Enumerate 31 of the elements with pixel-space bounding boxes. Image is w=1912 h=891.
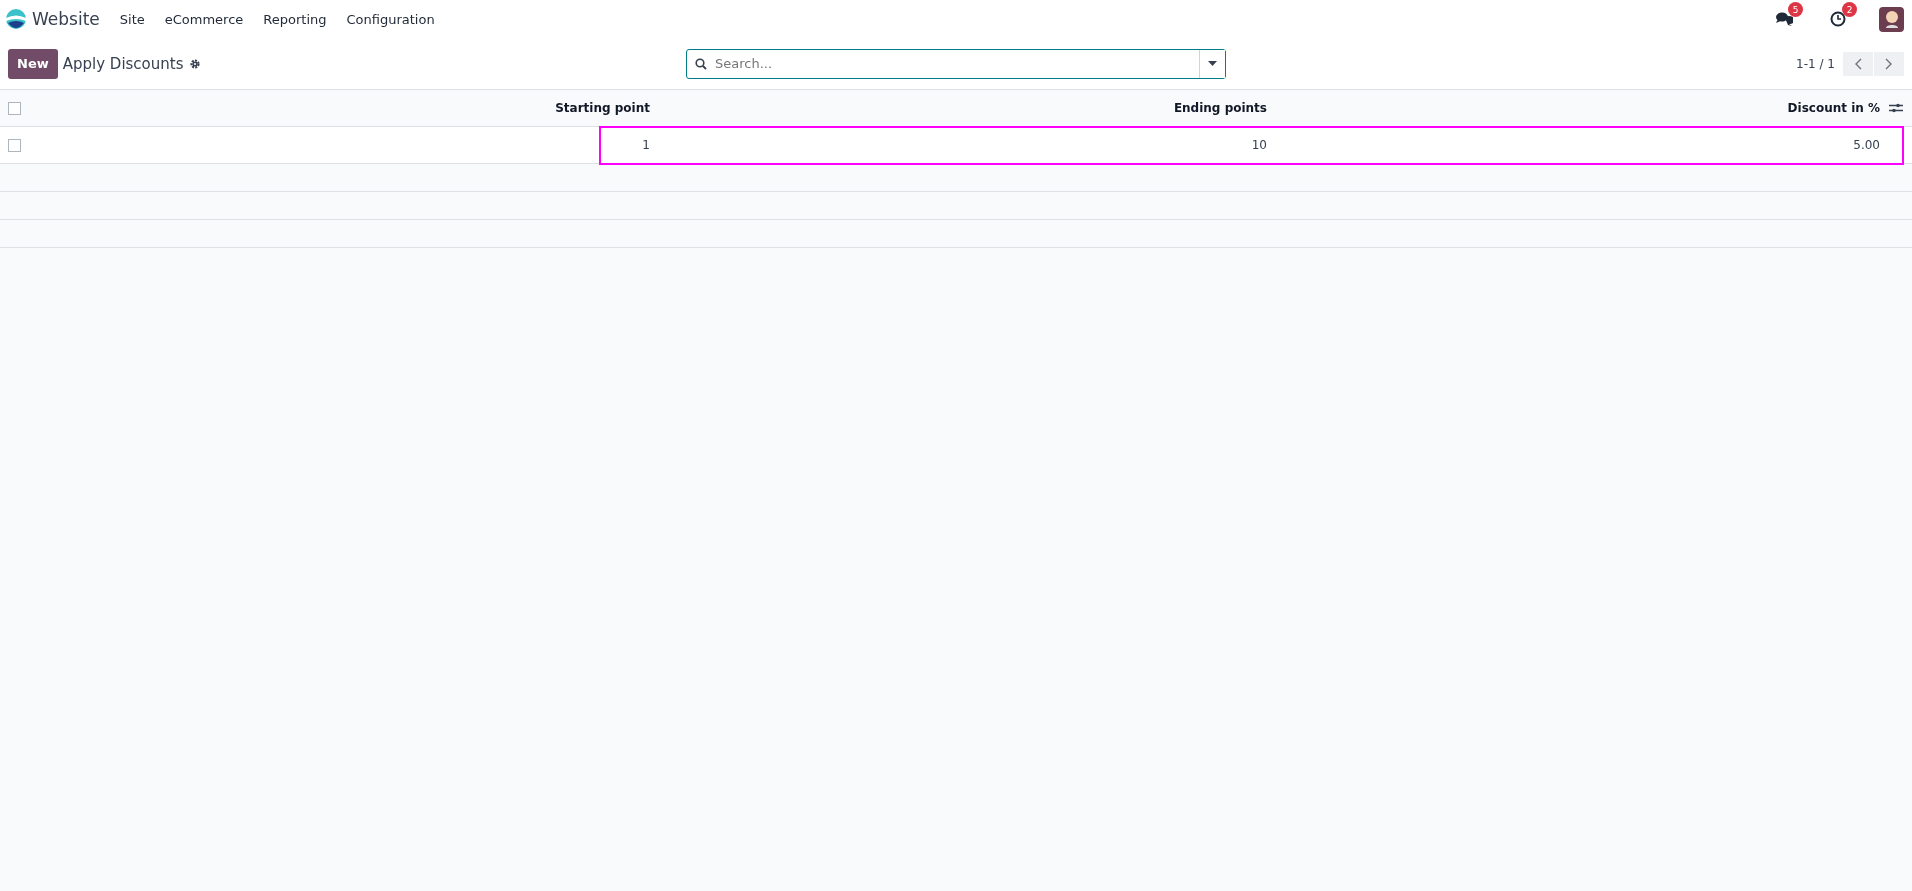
count-badge: 2 bbox=[1842, 2, 1857, 17]
table-cell-text: 5.00 bbox=[1852, 138, 1880, 152]
dropdown-toggle[interactable] bbox=[1199, 49, 1225, 78]
menu-item[interactable]: Reporting bbox=[263, 11, 327, 27]
new-button[interactable]: New bbox=[8, 48, 58, 79]
menu-item[interactable]: Configuration bbox=[346, 11, 435, 27]
search-field[interactable]: Search... bbox=[713, 55, 1191, 72]
menu-item[interactable]: eCommerce bbox=[164, 11, 244, 27]
avatar[interactable] bbox=[1879, 6, 1904, 32]
chevron-right-icon bbox=[1885, 57, 1893, 70]
caret-icon bbox=[1208, 61, 1217, 66]
table-cell-text: 10 bbox=[1250, 138, 1267, 152]
pager-value[interactable]: 1-1 / 1 bbox=[1796, 56, 1835, 71]
checkbox[interactable] bbox=[8, 101, 21, 115]
chat-icon[interactable] bbox=[1775, 11, 1793, 27]
column-header[interactable]: Discount in % bbox=[1267, 101, 1880, 115]
app-logo-icon bbox=[6, 9, 26, 29]
column-settings-icon[interactable] bbox=[1889, 102, 1903, 114]
search-bar[interactable]: Search... bbox=[686, 48, 1226, 79]
menu-item[interactable]: Site bbox=[119, 11, 145, 27]
search-icon bbox=[695, 57, 707, 70]
column-header[interactable]: Starting point bbox=[40, 101, 650, 115]
clock-icon[interactable] bbox=[1830, 11, 1846, 27]
app-name[interactable]: Website bbox=[32, 9, 100, 29]
chevron-left-icon bbox=[1854, 57, 1862, 70]
checkbox[interactable] bbox=[8, 138, 21, 152]
column-header[interactable]: Ending points bbox=[650, 101, 1267, 115]
count-badge: 5 bbox=[1788, 2, 1803, 17]
table-cell-text: 1 bbox=[641, 138, 650, 152]
page-title: Apply Discounts bbox=[62, 54, 184, 73]
settings-icon[interactable] bbox=[188, 57, 201, 70]
